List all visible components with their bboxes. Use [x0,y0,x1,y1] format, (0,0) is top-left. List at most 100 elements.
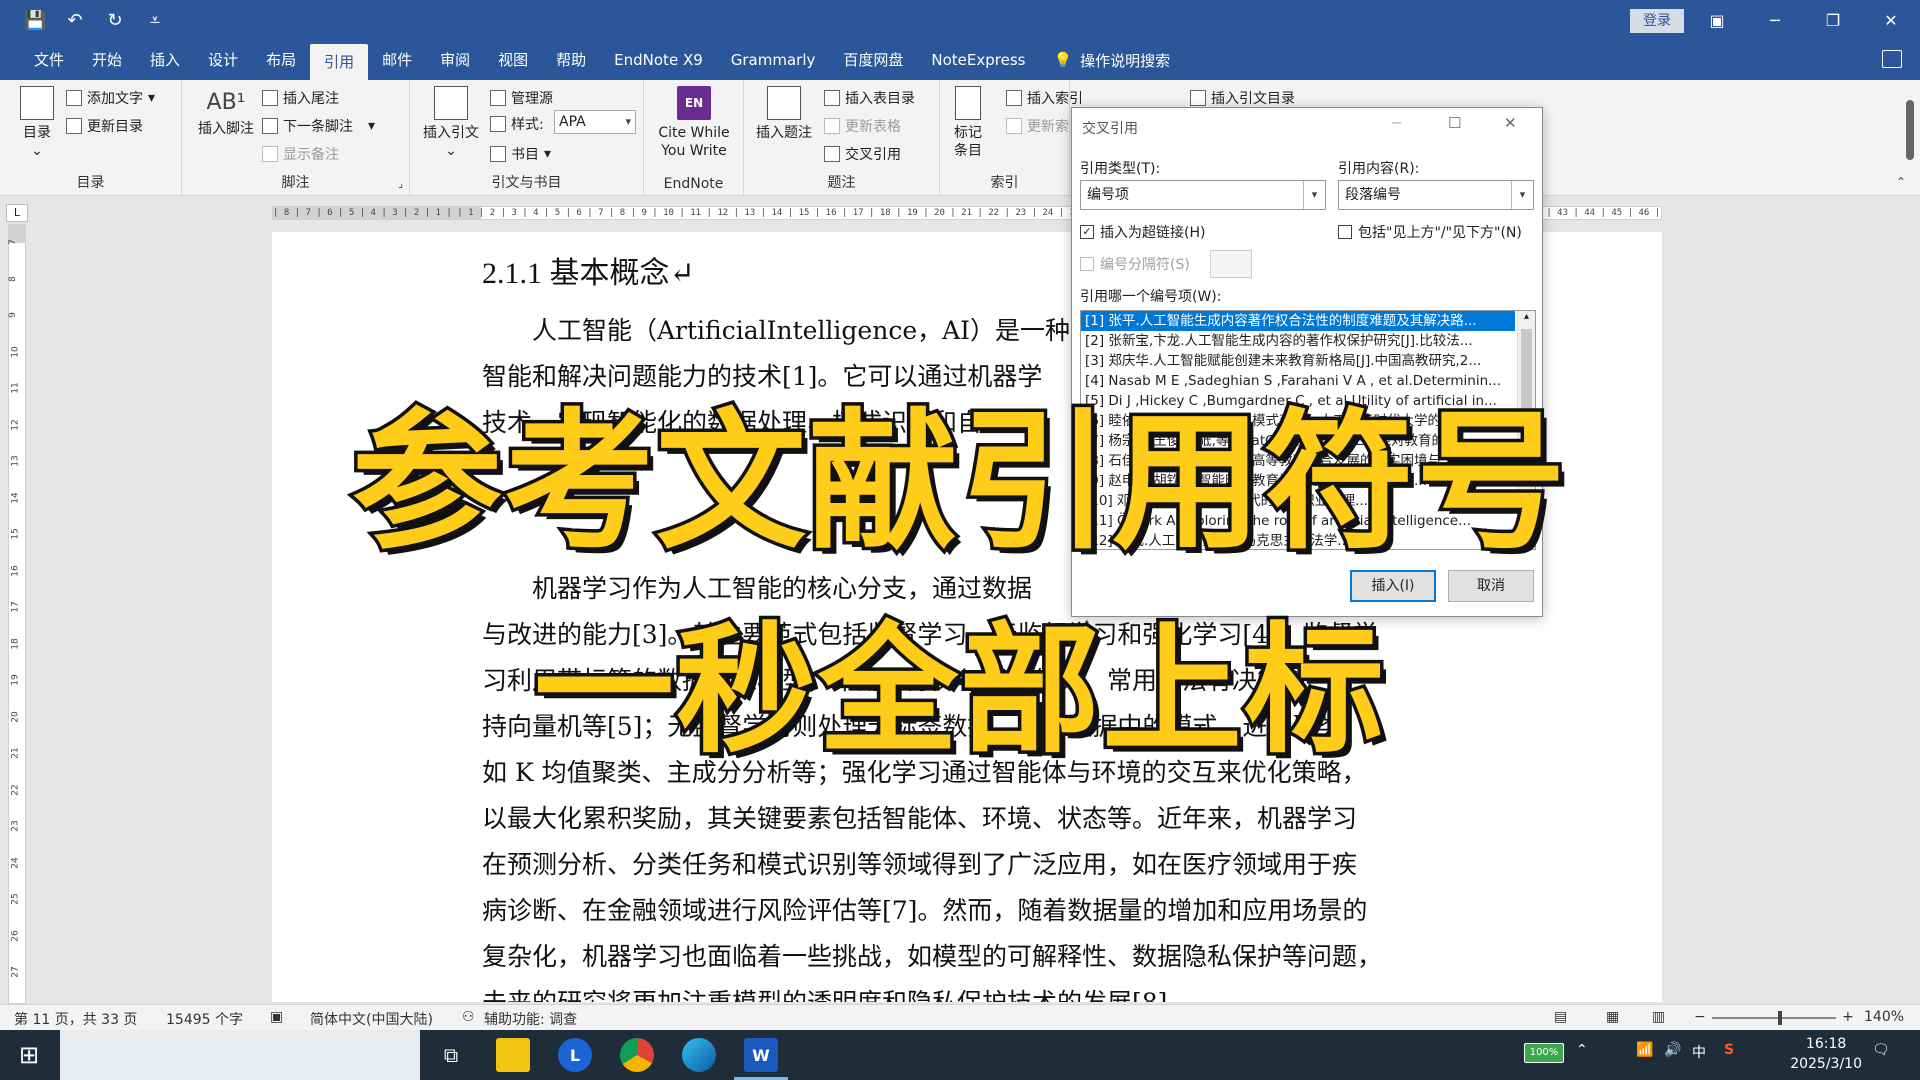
toc-button[interactable]: 目录 ⌄ [14,86,60,160]
vertical-ruler-tick: 9 [7,312,18,318]
sticky-notes-icon[interactable] [496,1038,530,1072]
print-layout-icon[interactable]: ▦ [1606,1009,1619,1025]
web-layout-icon[interactable]: ▥ [1652,1009,1665,1025]
tab-baidu-netdisk[interactable]: 百度网盘 [829,40,917,80]
insert-table-of-figures-button[interactable]: 插入表目录 [824,88,915,108]
notification-center-icon[interactable]: 🗨 [1872,1042,1890,1058]
tab-endnote[interactable]: EndNote X9 [600,40,717,80]
insert-citation-button[interactable]: 插入引文 ⌄ [420,86,482,160]
update-table-button[interactable]: 更新表格 [824,116,901,136]
sogou-ime-icon[interactable]: S [1724,1042,1734,1058]
separator-checkbox[interactable]: 编号分隔符(S) [1080,254,1190,274]
tab-insert[interactable]: 插入 [136,40,194,80]
proofing-icon[interactable]: ▣ [270,1009,283,1025]
chevron-down-icon: ▾ [1303,181,1325,209]
bibliography-button[interactable]: 书目 ▾ [490,144,551,164]
insert-endnote-button[interactable]: 插入尾注 [262,88,339,108]
redo-icon[interactable]: ↻ [104,10,126,31]
next-footnote-button[interactable]: 下一条脚注 ▾ [262,116,375,136]
show-notes-button[interactable]: 显示备注 [262,144,339,164]
tab-home[interactable]: 开始 [78,40,136,80]
tab-references[interactable]: 引用 [310,44,369,80]
volume-icon[interactable]: 🔊 [1664,1042,1681,1058]
list-item[interactable]: [4] Nasab M E ,Sadeghian S ,Farahani V A… [1081,371,1515,391]
vertical-scrollbar[interactable] [1906,100,1914,160]
endnote-logo-icon: EN [677,86,711,120]
tab-help[interactable]: 帮助 [542,40,600,80]
tab-view[interactable]: 视图 [484,40,542,80]
comments-icon[interactable] [1882,50,1902,68]
zoom-thumb[interactable] [1778,1011,1782,1025]
add-text-button[interactable]: 添加文字 ▾ [66,88,155,108]
cancel-button[interactable]: 取消 [1448,570,1534,602]
manage-sources-button[interactable]: 管理源 [490,88,553,108]
cite-while-you-write-button[interactable]: EN Cite While You Write [652,86,736,160]
app-l-icon[interactable]: L [558,1038,592,1072]
dialog-maximize-icon[interactable]: ☐ [1448,114,1461,132]
zoom-out-icon[interactable]: − [1694,1009,1706,1025]
tell-me-search[interactable]: 💡 操作说明搜索 [1053,50,1170,71]
tab-grammarly[interactable]: Grammarly [717,40,830,80]
list-item[interactable]: [3] 郑庆华.人工智能赋能创建未来教育新格局[J].中国高教研究,2... [1081,351,1515,371]
scroll-up-icon[interactable]: ▴ [1518,311,1535,322]
footnote-dialog-launcher-icon[interactable]: ⌟ [398,179,403,190]
zoom-level[interactable]: 140% [1864,1009,1904,1025]
page-count[interactable]: 第 11 页，共 33 页 [14,1009,137,1029]
edge-icon[interactable] [682,1038,716,1072]
vertical-ruler-tick: 17 [10,601,21,613]
insert-footnote-button[interactable]: AB¹ 插入脚注 [194,86,258,138]
task-view-icon[interactable]: ⧉ [434,1038,468,1072]
insert-hyperlink-checkbox[interactable]: ✓ 插入为超链接(H) [1080,222,1205,242]
system-clock[interactable]: 16:18 2025/3/10 [1790,1034,1862,1074]
windows-start-icon[interactable]: ⊞ [12,1038,46,1072]
battery-indicator[interactable]: 100% [1524,1043,1564,1063]
show-hidden-icons[interactable]: ⌃ [1576,1042,1588,1058]
tab-noteexpress[interactable]: NoteExpress [917,40,1039,80]
include-above-below-checkbox[interactable]: 包括"见上方"/"见下方"(N) [1338,222,1522,242]
insert-toa-button[interactable]: 插入引文目录 [1190,88,1295,108]
insert-index-button[interactable]: 插入索引 [1006,88,1083,108]
network-icon[interactable]: 📶 [1636,1042,1653,1058]
save-icon[interactable]: 💾 [24,10,46,31]
insert-caption-icon [767,86,801,120]
restore-icon[interactable]: ❐ [1804,0,1862,40]
separator-input[interactable] [1210,250,1252,278]
list-item[interactable]: [1] 张平.人工智能生成内容著作权合法性的制度难题及其解决路... [1081,311,1515,331]
tab-design[interactable]: 设计 [194,40,252,80]
title-bar: 💾 ↶ ↻ ⩡ 登录 ▣ ─ ❐ ✕ [0,0,1920,40]
list-item[interactable]: [2] 张新宝,卞龙.人工智能生成内容的著作权保护研究[J].比较法... [1081,331,1515,351]
tab-file[interactable]: 文件 [20,40,78,80]
login-button[interactable]: 登录 [1630,9,1684,33]
undo-icon[interactable]: ↶ [64,10,86,31]
zoom-slider[interactable] [1712,1017,1836,1019]
update-toc-button[interactable]: 更新目录 [66,116,143,136]
collapse-ribbon-icon[interactable]: ⌃ [1896,175,1906,189]
tab-mailings[interactable]: 邮件 [368,40,426,80]
tab-layout[interactable]: 布局 [252,40,310,80]
tab-review[interactable]: 审阅 [426,40,484,80]
mark-entry-button[interactable]: 标记 条目 [948,86,988,160]
citation-style-select[interactable]: APA [554,110,636,134]
insert-button[interactable]: 插入(I) [1350,570,1436,602]
chrome-icon[interactable] [620,1038,654,1072]
zoom-in-icon[interactable]: + [1842,1009,1854,1025]
insert-caption-button[interactable]: 插入题注 [752,86,816,142]
ime-indicator[interactable]: 中 [1692,1042,1706,1062]
tab-selector[interactable]: L [6,204,28,222]
update-index-button[interactable]: 更新索 [1006,116,1069,136]
cross-reference-button[interactable]: 交叉引用 [824,144,901,164]
reference-content-select[interactable]: 段落编号 ▾ [1338,180,1534,210]
taskbar-search-box[interactable] [60,1030,420,1080]
read-mode-icon[interactable]: ▤ [1554,1009,1567,1025]
dialog-close-icon[interactable]: ✕ [1504,114,1517,132]
word-count[interactable]: 15495 个字 [166,1009,243,1029]
customize-qat-icon[interactable]: ⩡ [144,10,166,31]
word-icon[interactable]: W [744,1038,778,1072]
dialog-minimize-icon[interactable]: ─ [1392,114,1401,132]
reference-type-select[interactable]: 编号项 ▾ [1080,180,1326,210]
ribbon-display-icon[interactable]: ▣ [1688,0,1746,40]
accessibility-status[interactable]: 辅助功能: 调查 [484,1009,577,1029]
language[interactable]: 简体中文(中国大陆) [310,1009,433,1029]
minimize-icon[interactable]: ─ [1746,0,1804,40]
close-icon[interactable]: ✕ [1862,0,1920,40]
